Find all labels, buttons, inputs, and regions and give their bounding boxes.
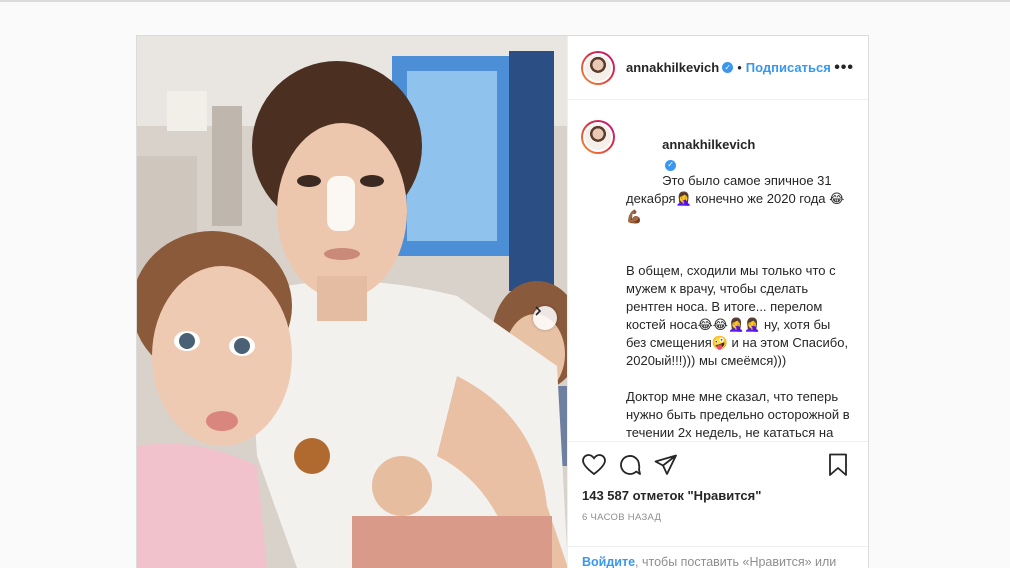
username-link[interactable]: annakhilkevich [626,60,719,75]
follow-button[interactable]: Подписаться [746,60,831,75]
post-header: annakhilkevich ✓ • Подписаться ••• [568,36,868,101]
more-options-icon[interactable]: ••• [834,59,854,77]
verified-badge-icon: ✓ [665,159,677,171]
post-side-panel: annakhilkevich ✓ • Подписаться ••• annak… [567,36,868,568]
caption-line-1: Это было самое эпичное 31 декабря🤦‍♀️ ко… [626,173,845,225]
next-photo-button[interactable] [533,306,557,330]
instagram-post: annakhilkevich ✓ • Подписаться ••• annak… [136,35,869,568]
save-button[interactable] [828,452,854,478]
post-actions: 143 587 отметок "Нравится" 6 ЧАСОВ НАЗАД [568,441,868,545]
separator-dot: • [737,60,742,76]
likes-count[interactable]: 143 587 отметок "Нравится" [582,488,854,503]
comment-icon [620,455,641,476]
comment-button[interactable] [618,452,644,478]
caption-line-3: Доктор мне мне сказал, что теперь нужно … [626,389,850,441]
caption-avatar[interactable] [581,120,615,155]
avatar[interactable] [581,50,615,85]
verified-badge-icon: ✓ [722,62,734,74]
login-prompt: Войдите, чтобы поставить «Нравится» или [568,545,868,568]
post-timestamp[interactable]: 6 ЧАСОВ НАЗАД [582,512,854,523]
photo-illustration [137,36,567,568]
caption-line-2: В общем, сходили мы только что с мужем к… [626,263,852,369]
page-top-divider [0,0,1010,2]
chevron-right-icon [535,306,542,316]
login-link[interactable]: Войдите [582,555,635,568]
like-button[interactable] [582,452,608,478]
share-icon [654,454,677,476]
caption-author-link[interactable]: annakhilkevich [662,137,755,152]
bookmark-icon [829,453,847,477]
login-prompt-text: , чтобы поставить «Нравится» или [635,554,837,568]
heart-icon [582,454,606,476]
post-caption: annakhilkevich ✓ Это было самое эпичное … [626,118,854,441]
share-button[interactable] [654,452,680,478]
post-photo[interactable] [137,36,567,568]
comments-area: annakhilkevich ✓ Это было самое эпичное … [568,100,868,441]
